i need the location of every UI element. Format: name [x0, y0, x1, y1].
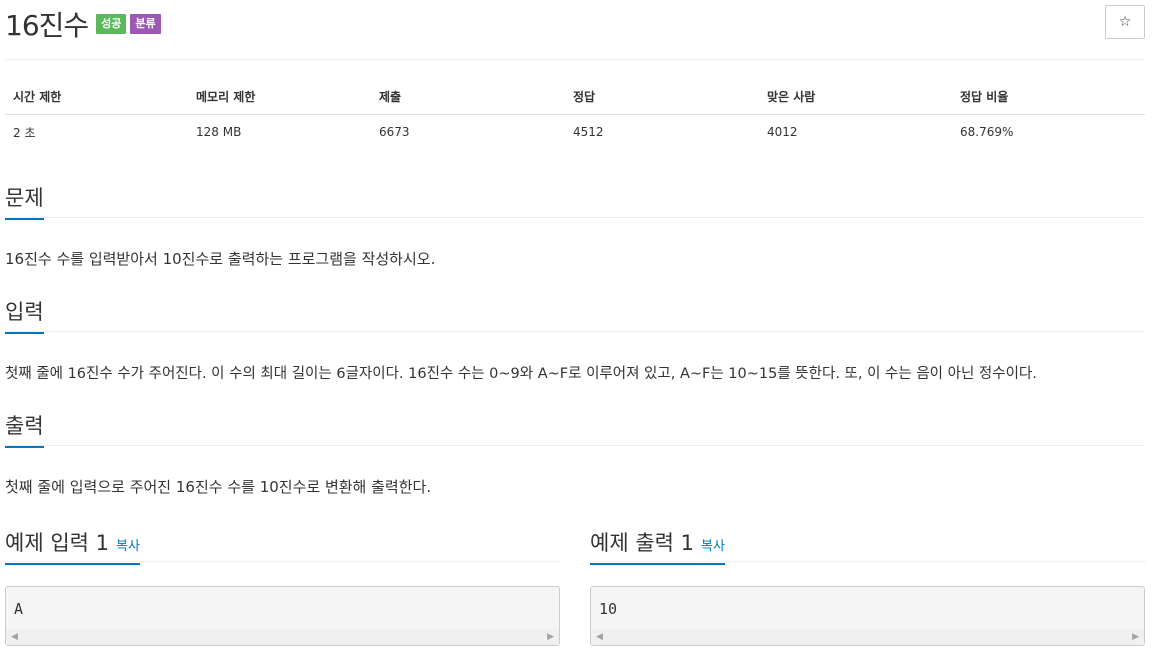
sample-output-title: 예제 출력 1 복사: [590, 527, 725, 565]
section-output-text: 첫째 줄에 입력으로 주어진 16진수 수를 10진수로 변환해 출력한다.: [5, 478, 432, 496]
sample-divider: [590, 561, 1145, 562]
header-accepted: 정답: [565, 80, 759, 115]
header-divider: [5, 59, 1145, 60]
section-divider: [5, 331, 1145, 332]
sample-input-heading: 예제 입력 1 복사: [5, 527, 140, 565]
section-problem-text: 16진수 수를 입력받아서 10진수로 출력하는 프로그램을 작성하시오.: [5, 250, 436, 268]
table-header-row: 시간 제한 메모리 제한 제출 정답 맞은 사람 정답 비율: [5, 80, 1145, 115]
section-input-text: 첫째 줄에 16진수 수가 주어진다. 이 수의 최대 길이는 6글자이다. 1…: [5, 366, 1037, 382]
star-icon: ☆: [1118, 14, 1132, 30]
problem-title: 16진수: [5, 9, 89, 42]
section-divider: [5, 445, 1145, 446]
header-time-limit: 시간 제한: [5, 80, 188, 115]
value-memory-limit: 128 MB: [196, 125, 242, 140]
sample-input-label: 예제 입력 1: [5, 531, 109, 555]
sample-output-heading: 예제 출력 1 복사: [590, 527, 725, 565]
table-row: 2 초 128 MB 6673 4512 4012 68.769%: [5, 114, 1145, 150]
category-badge[interactable]: 분류: [130, 14, 161, 34]
sample-output-label: 예제 출력 1: [590, 531, 694, 555]
sample-output-content: 10: [599, 600, 618, 618]
horizontal-scrollbar[interactable]: ◀ ▶: [6, 629, 559, 645]
value-accept-ratio: 68.769%: [960, 125, 1014, 140]
sample-input-content: A: [14, 600, 24, 618]
scroll-left-icon[interactable]: ◀: [596, 631, 603, 643]
section-problem-title: 문제: [5, 182, 44, 220]
section-input-heading: 입력: [5, 296, 44, 334]
scroll-right-icon[interactable]: ▶: [1132, 631, 1139, 643]
header-solved-users: 맞은 사람: [759, 80, 952, 115]
sample-output-box[interactable]: 10 ◀ ▶: [590, 586, 1145, 646]
favorite-button[interactable]: ☆: [1105, 5, 1145, 39]
problem-info-table: 시간 제한 메모리 제한 제출 정답 맞은 사람 정답 비율 2 초 128 M…: [5, 80, 1145, 150]
header-accept-ratio: 정답 비율: [952, 80, 1145, 115]
copy-sample-output-link[interactable]: 복사: [701, 539, 725, 554]
section-input-title: 입력: [5, 296, 44, 334]
value-time-limit: 2 초: [13, 125, 36, 140]
scroll-right-icon[interactable]: ▶: [547, 631, 554, 643]
copy-sample-input-link[interactable]: 복사: [116, 539, 140, 554]
sample-input-title: 예제 입력 1 복사: [5, 527, 140, 565]
value-solved-users[interactable]: 4012: [759, 114, 952, 150]
problem-header: 16진수 성공 분류: [5, 6, 161, 42]
value-accepted[interactable]: 4512: [565, 114, 759, 150]
header-memory-limit: 메모리 제한: [188, 80, 371, 115]
value-submissions[interactable]: 6673: [371, 114, 565, 150]
section-problem-heading: 문제: [5, 182, 44, 220]
section-divider: [5, 217, 1145, 218]
header-submissions: 제출: [371, 80, 565, 115]
sample-divider: [5, 561, 560, 562]
section-output-heading: 출력: [5, 410, 44, 448]
horizontal-scrollbar[interactable]: ◀ ▶: [591, 629, 1144, 645]
section-output-title: 출력: [5, 410, 44, 448]
scroll-left-icon[interactable]: ◀: [11, 631, 18, 643]
status-badge-success: 성공: [96, 14, 127, 34]
sample-input-box[interactable]: A ◀ ▶: [5, 586, 560, 646]
